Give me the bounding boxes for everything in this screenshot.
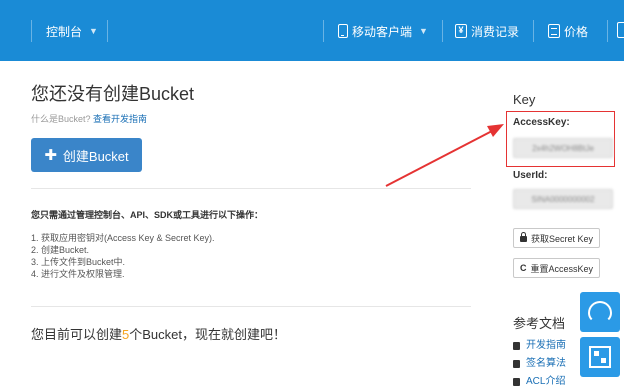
- access-key-field[interactable]: 2x4h2WOH8BtJe: [513, 138, 613, 158]
- reference-item[interactable]: 签名算法: [513, 355, 566, 373]
- reference-docs-list: 开发指南 签名算法 ACL介绍: [513, 337, 566, 391]
- get-secret-key-label: 获取Secret Key: [531, 233, 594, 244]
- book-icon: [513, 360, 520, 368]
- headset-icon: [588, 301, 612, 323]
- reference-item[interactable]: 开发指南: [513, 337, 566, 355]
- refresh-icon: C: [520, 263, 527, 273]
- reference-item[interactable]: ACL介绍: [513, 373, 566, 391]
- book-icon: [513, 378, 520, 386]
- userid-field[interactable]: SINA0000000002: [513, 189, 613, 209]
- userid-label: UserId:: [513, 170, 548, 181]
- key-panel: Key AccessKey: 2x4h2WOH8BtJe UserId: SIN…: [506, 92, 617, 278]
- reference-link[interactable]: 签名算法: [526, 355, 566, 373]
- reference-docs-title: 参考文档: [513, 316, 566, 331]
- customer-service-button[interactable]: [580, 292, 620, 332]
- reset-access-key-label: 重置AccessKey: [530, 263, 594, 274]
- reference-link[interactable]: ACL介绍: [526, 373, 565, 391]
- qr-code-button[interactable]: [580, 337, 620, 377]
- lock-icon: [520, 232, 527, 242]
- reference-link[interactable]: 开发指南: [526, 337, 566, 355]
- book-icon: [513, 342, 520, 350]
- get-secret-key-button[interactable]: 获取Secret Key: [513, 228, 601, 248]
- qr-code-icon: [589, 346, 611, 368]
- access-key-label: AccessKey:: [513, 117, 570, 128]
- reset-access-key-button[interactable]: C 重置AccessKey: [513, 258, 601, 278]
- key-panel-title: Key: [513, 92, 536, 107]
